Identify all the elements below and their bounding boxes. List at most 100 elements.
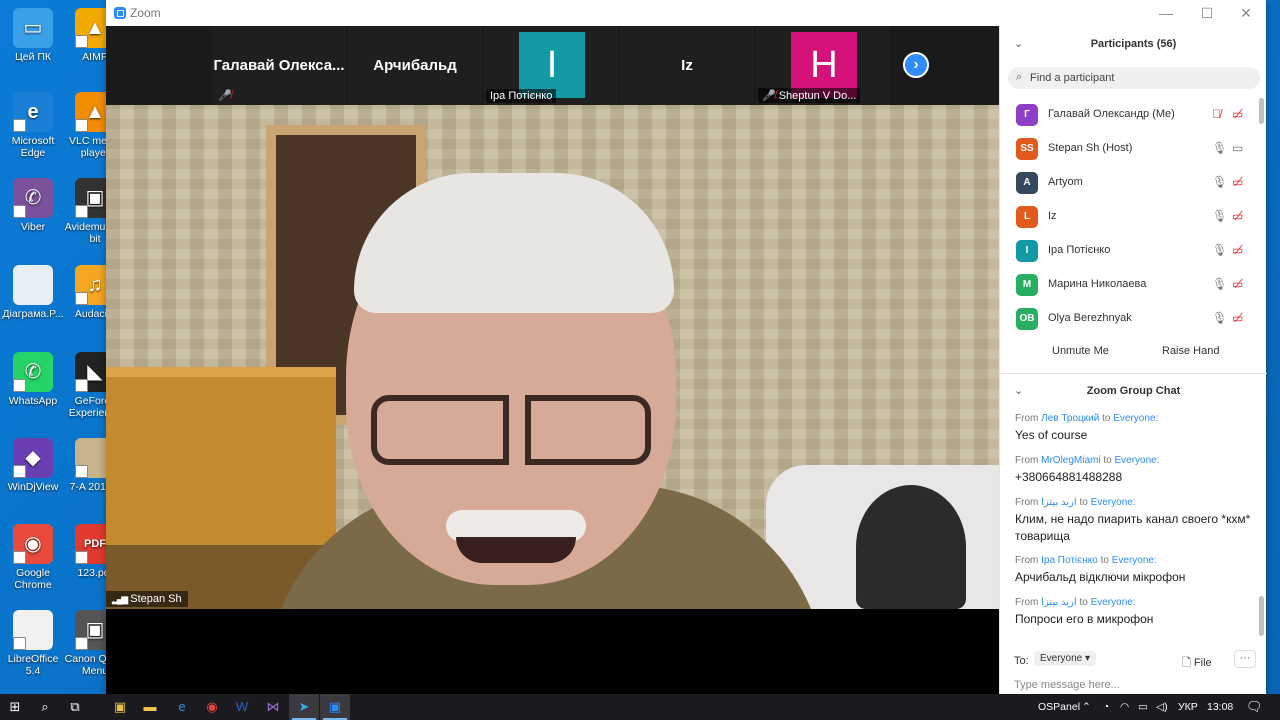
sender-name[interactable]: Лев Троцкий: [1041, 413, 1099, 424]
camera-icon[interactable]: ▭: [1232, 141, 1243, 155]
participants-scrollbar[interactable]: [1259, 98, 1264, 328]
camera-off-icon[interactable]: ▭̸: [1232, 311, 1243, 325]
mic-icon[interactable]: 🎙: [1212, 209, 1227, 223]
chrome-icon[interactable]: ◉: [197, 694, 227, 720]
participant-row[interactable]: M Марина Николаева 🎙 ▭̸: [1000, 268, 1260, 302]
desktop-icon[interactable]: e Microsoft Edge: [2, 92, 64, 159]
chat-scrollbar[interactable]: [1259, 406, 1264, 636]
notifications-icon[interactable]: 🗨: [1246, 694, 1263, 720]
desktop-icon[interactable]: ◉ Google Chrome: [2, 524, 64, 591]
visual-studio-icon[interactable]: ⋈: [258, 694, 288, 720]
unmute-me-button[interactable]: Unmute Me: [1046, 341, 1115, 361]
mic-icon[interactable]: 🎙: [1212, 277, 1227, 291]
mic-icon[interactable]: 🎙: [1212, 175, 1227, 189]
participant-search[interactable]: ⌕: [1008, 67, 1260, 89]
mic-icon[interactable]: 🎙: [1212, 311, 1227, 325]
thumbnail-label: 🎤̸: [214, 88, 239, 103]
mic-muted-icon: 🎤̸: [762, 90, 776, 102]
to-word: to: [1103, 455, 1112, 466]
language-indicator[interactable]: УКР: [1178, 694, 1198, 720]
video-thumbnail[interactable]: Iz: [620, 26, 754, 105]
to-word: to: [1079, 597, 1088, 608]
sender-name[interactable]: ارید بیتزا: [1041, 597, 1077, 608]
participant-row[interactable]: A Artyom 🎙 ▭̸: [1000, 166, 1260, 200]
to-word: to: [1100, 555, 1109, 566]
participant-name: Iz: [1048, 210, 1057, 222]
wifi-icon[interactable]: ◠: [1120, 694, 1129, 720]
edge-icon[interactable]: e: [167, 694, 197, 720]
desktop-icon[interactable]: ✆ Viber: [2, 178, 64, 233]
taskbar: ⊞ ⌕ ⧉ ▣ ▬ e ◉ W ⋈ ➤ ▣ OSPanel ⌃ ◔ ◠ ▭ ◁)…: [0, 694, 1280, 720]
search-icon[interactable]: ⌕: [30, 694, 60, 720]
mic-muted-icon[interactable]: 🎙̸: [1212, 107, 1221, 121]
telegram-icon[interactable]: ➤: [289, 694, 319, 720]
close-button[interactable]: ✕: [1228, 2, 1264, 24]
file-button[interactable]: 🗋 File: [1182, 654, 1212, 673]
desktop-icon-label: Google Chrome: [14, 567, 52, 591]
desktop-icon[interactable]: ✆ WhatsApp: [2, 352, 64, 407]
mic-icon[interactable]: 🎙: [1212, 243, 1227, 257]
chat-message-input[interactable]: [1014, 677, 1254, 693]
desktop-icon[interactable]: ▭ Цей ПК: [2, 8, 64, 63]
sender-name[interactable]: ارید بیتزا: [1041, 497, 1077, 508]
participant-avatar: I: [1016, 240, 1038, 262]
video-thumbnail[interactable]: I Іра Потієнко: [484, 26, 618, 105]
desktop-icon-image: ✆: [13, 178, 53, 218]
maximize-button[interactable]: ☐: [1189, 2, 1225, 24]
signal-bars-icon: ▂▄▆: [112, 594, 128, 604]
participant-row[interactable]: I Іра Потієнко 🎙 ▭̸: [1000, 234, 1260, 268]
to-word: to: [1079, 497, 1088, 508]
participant-name: Марина Николаева: [1048, 278, 1147, 290]
more-options-button[interactable]: ···: [1234, 650, 1256, 668]
participant-row[interactable]: SS Stepan Sh (Host) 🎙 ▭: [1000, 132, 1260, 166]
from-prefix: From: [1015, 413, 1039, 424]
video-thumbnail[interactable]: Арчибальд: [348, 26, 482, 105]
video-thumbnail[interactable]: Галавай Олекса... 🎤̸: [212, 26, 346, 105]
sender-name[interactable]: Іра Потієнко: [1041, 555, 1098, 566]
participant-avatar: A: [1016, 172, 1038, 194]
mic-icon[interactable]: 🎙: [1212, 141, 1227, 155]
recipient-select[interactable]: Everyone ▾: [1034, 651, 1097, 666]
minimize-button[interactable]: —: [1148, 2, 1184, 24]
participant-row[interactable]: L Iz 🎙 ▭̸: [1000, 200, 1260, 234]
video-thumbnail[interactable]: H 🎤̸ Sheptun V Do...: [756, 26, 890, 105]
file-label: File: [1193, 657, 1212, 669]
raise-hand-button[interactable]: Raise Hand: [1156, 341, 1226, 361]
camera-off-icon[interactable]: ▭̸: [1232, 107, 1243, 121]
desktop-icon-label: WhatsApp: [8, 395, 58, 407]
chat-message-sender: From Іра Потієнко to Everyone:: [1015, 554, 1255, 567]
participant-name: Stepan Sh (Host): [1048, 142, 1133, 154]
participant-row[interactable]: Г Галавай Олександр (Me) 🎙̸ ▭̸: [1000, 98, 1260, 132]
chat-message-text: Yes of course: [1015, 428, 1088, 442]
desktop-icon-label: Viber: [20, 221, 46, 233]
camera-off-icon[interactable]: ▭̸: [1232, 175, 1243, 189]
mic-muted-icon: 🎤̸: [218, 90, 232, 102]
store-icon[interactable]: ▣: [105, 694, 135, 720]
word-icon[interactable]: W: [227, 694, 257, 720]
next-page-arrow-icon[interactable]: ›: [903, 52, 929, 78]
tray-chevron-icon[interactable]: ⌃: [1082, 694, 1091, 720]
chat-message: From MrOlegMiami to Everyone: +3806648814…: [1015, 454, 1255, 486]
camera-off-icon[interactable]: ▭̸: [1232, 209, 1243, 223]
collapse-chevron-icon[interactable]: ⌄: [1014, 374, 1023, 408]
sender-name[interactable]: MrOlegMiami: [1041, 455, 1100, 466]
desktop-icon[interactable]: Діаграма.P...: [2, 265, 64, 320]
camera-off-icon[interactable]: ▭̸: [1232, 277, 1243, 291]
volume-icon[interactable]: ◁): [1156, 694, 1168, 720]
thumbnail-label-text: Sheptun V Do...: [778, 90, 857, 102]
file-explorer-icon[interactable]: ▬: [135, 694, 165, 720]
speaker-name-label: ▂▄▆ Stepan Sh: [106, 591, 188, 607]
zoom-taskbar-icon[interactable]: ▣: [320, 694, 350, 720]
clock[interactable]: 13:08: [1207, 694, 1233, 720]
desktop-icon[interactable]: LibreOffice 5.4: [2, 610, 64, 677]
task-view-icon[interactable]: ⧉: [60, 694, 90, 720]
participant-search-input[interactable]: [1030, 70, 1250, 86]
network-icon[interactable]: ◔: [1103, 694, 1109, 720]
start-button[interactable]: ⊞: [0, 694, 30, 720]
battery-icon[interactable]: ▭: [1138, 694, 1148, 720]
collapse-chevron-icon[interactable]: ⌄: [1014, 27, 1023, 61]
participant-row[interactable]: OB Olya Berezhnyak 🎙 ▭̸: [1000, 302, 1260, 336]
camera-off-icon[interactable]: ▭̸: [1232, 243, 1243, 257]
tray-app-label[interactable]: OSPanel: [1038, 694, 1080, 720]
desktop-icon[interactable]: ◆ WinDjView: [2, 438, 64, 493]
